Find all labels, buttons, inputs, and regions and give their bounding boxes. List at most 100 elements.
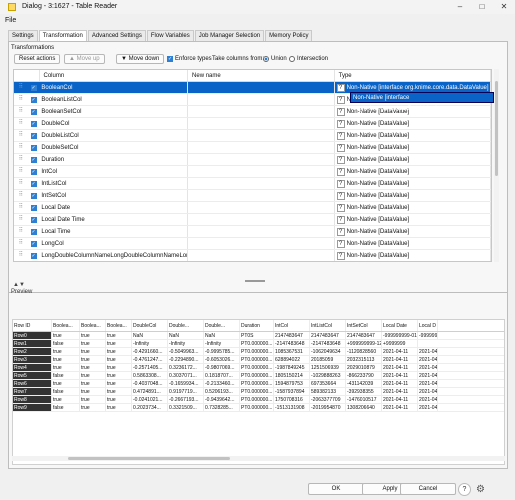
new-name-field[interactable] (188, 118, 335, 129)
intersection-radio[interactable] (289, 56, 295, 62)
preview-column-header[interactable]: Boolea... (106, 320, 132, 331)
type-selector[interactable]: ?Non-Native [DataValue] (335, 142, 491, 153)
collapse-arrows-icon[interactable]: ▲▼ (13, 282, 25, 288)
preview-column-header[interactable]: Local Date (382, 320, 418, 331)
menu-file[interactable]: File (5, 17, 16, 24)
preview-column-header[interactable]: IntCol (274, 320, 310, 331)
new-name-field[interactable] (188, 94, 335, 105)
type-selector[interactable]: ?Non-Native [DataValue] (335, 202, 491, 213)
tab-job-manager-selection[interactable]: Job Manager Selection (194, 30, 265, 41)
preview-column-header[interactable]: IntListCol (310, 320, 346, 331)
transformation-row[interactable]: ⠿ ✓ LongCol ? Non-Native [DataValue] (14, 238, 491, 250)
type-selector[interactable]: ?Non-Native [DataValue] (335, 226, 491, 237)
drag-handle-icon[interactable]: ⠿ (14, 190, 28, 201)
cancel-button[interactable]: Cancel (400, 483, 456, 495)
include-checkbox[interactable]: ✓ (28, 202, 40, 213)
drag-handle-icon[interactable]: ⠿ (14, 238, 28, 249)
new-name-field[interactable] (188, 250, 335, 261)
minimize-icon[interactable]: – (449, 0, 471, 14)
type-selector[interactable]: ?Non-Native [DataValue] (335, 178, 491, 189)
include-checkbox[interactable]: ✓ (28, 82, 40, 93)
new-name-field[interactable] (188, 154, 335, 165)
include-checkbox[interactable]: ✓ (28, 166, 40, 177)
transformation-row[interactable]: ⠿ ✓ Duration ? Non-Native [DataValue] (14, 154, 491, 166)
new-name-field[interactable] (188, 106, 335, 117)
new-name-field[interactable] (188, 178, 335, 189)
new-name-field[interactable] (188, 166, 335, 177)
include-checkbox[interactable]: ✓ (28, 154, 40, 165)
type-selector[interactable]: ?Non-Native [DataValue] (335, 238, 491, 249)
drag-handle-icon[interactable]: ⠿ (14, 130, 28, 141)
type-selector[interactable]: ?Non-Native [DataValue] (335, 190, 491, 201)
type-selector[interactable]: ?Non-Native [DataValue] (335, 118, 491, 129)
tab-flow-variables[interactable]: Flow Variables (146, 30, 194, 41)
transformation-row[interactable]: ⠿ ✓ IntSetCol ? Non-Native [DataValue] (14, 190, 491, 202)
preview-column-header[interactable]: Duration (240, 320, 274, 331)
gear-icon[interactable]: ⚙ (474, 483, 487, 496)
preview-column-header[interactable]: Boolea... (52, 320, 80, 331)
include-checkbox[interactable]: ✓ (28, 118, 40, 129)
transformation-row[interactable]: ⠿ ✓ Local Time ? Non-Native [DataValue] (14, 226, 491, 238)
reset-actions-button[interactable]: Reset actions (14, 54, 61, 64)
preview-column-header[interactable]: Double... (168, 320, 204, 331)
preview-column-header[interactable]: Boolea... (80, 320, 106, 331)
ok-button[interactable]: OK (308, 483, 364, 495)
drag-handle-icon[interactable]: ⠿ (14, 178, 28, 189)
new-name-field[interactable] (188, 202, 335, 213)
transformation-row[interactable]: ⠿ ✓ DoubleCol ? Non-Native [DataValue] (14, 118, 491, 130)
drag-handle-icon[interactable]: ⠿ (14, 82, 28, 93)
tab-settings[interactable]: Settings (8, 30, 38, 41)
include-checkbox[interactable]: ✓ (28, 106, 40, 117)
include-checkbox[interactable]: ✓ (28, 214, 40, 225)
new-name-field[interactable] (188, 82, 335, 93)
close-icon[interactable]: ✕ (493, 0, 515, 14)
move-down-button[interactable]: ▼ Move down (116, 54, 165, 64)
type-selector[interactable]: ?Non-Native [DataValue] (335, 130, 491, 141)
include-checkbox[interactable]: ✓ (28, 142, 40, 153)
drag-handle-icon[interactable]: ⠿ (14, 226, 28, 237)
transformation-row[interactable]: ⠿ ✓ DoubleListCol ? Non-Native [DataValue… (14, 130, 491, 142)
include-checkbox[interactable]: ✓ (28, 250, 40, 261)
tab-memory-policy[interactable]: Memory Policy (265, 30, 313, 41)
move-up-button[interactable]: ▲ Move up (64, 54, 105, 64)
transformation-row[interactable]: ⠿ ✓ IntCol ? Non-Native [DataValue] (14, 166, 491, 178)
type-selector[interactable]: ?Non-Native [DataValue] (335, 154, 491, 165)
drag-handle-icon[interactable]: ⠿ (14, 94, 28, 105)
include-checkbox[interactable]: ✓ (28, 238, 40, 249)
include-checkbox[interactable]: ✓ (28, 226, 40, 237)
type-selector[interactable]: ?Non-Native [DataValue] (335, 250, 491, 261)
include-checkbox[interactable]: ✓ (28, 94, 40, 105)
drag-handle-icon[interactable]: ⠿ (14, 142, 28, 153)
help-icon[interactable]: ? (458, 483, 471, 496)
tab-advanced-settings[interactable]: Advanced Settings (87, 30, 146, 41)
new-name-field[interactable] (188, 226, 335, 237)
maximize-icon[interactable]: □ (471, 0, 493, 14)
transformation-row[interactable]: ⠿ ✓ IntListCol ? Non-Native [DataValue] (14, 178, 491, 190)
preview-column-header[interactable]: DoubleCol (132, 320, 168, 331)
splitter-handle[interactable] (245, 280, 265, 282)
enforce-types-checkbox[interactable]: ✓ (167, 56, 173, 62)
type-header[interactable]: Type (335, 70, 491, 81)
drag-handle-icon[interactable]: ⠿ (14, 118, 28, 129)
drag-handle-icon[interactable]: ⠿ (14, 106, 28, 117)
new-name-field[interactable] (188, 238, 335, 249)
preview-column-header[interactable]: Local D (418, 320, 438, 331)
drag-handle-icon[interactable]: ⠿ (14, 166, 28, 177)
include-checkbox[interactable]: ✓ (28, 130, 40, 141)
type-selector[interactable]: ?Non-Native [DataValue] (335, 214, 491, 225)
new-name-header[interactable]: New name (188, 70, 335, 81)
column-header[interactable]: Column (40, 70, 189, 81)
type-selector[interactable]: ?Non-Native [DataValue] (335, 166, 491, 177)
new-name-field[interactable] (188, 190, 335, 201)
transformation-row[interactable]: ⠿ ✓ DoubleSetCol ? Non-Native [DataValue] (14, 142, 491, 154)
new-name-field[interactable] (188, 214, 335, 225)
drag-handle-icon[interactable]: ⠿ (14, 214, 28, 225)
transformations-scroll-thumb[interactable] (495, 81, 498, 176)
transformation-row[interactable]: ⠿ ✓ Local Date ? Non-Native [DataValue] (14, 202, 491, 214)
drag-handle-icon[interactable]: ⠿ (14, 250, 28, 261)
drag-handle-icon[interactable]: ⠿ (14, 202, 28, 213)
include-checkbox[interactable]: ✓ (28, 178, 40, 189)
transformation-row[interactable]: ⠿ ✓ Local Date Time ? Non-Native [DataVal… (14, 214, 491, 226)
preview-column-header[interactable]: Row ID (13, 320, 52, 331)
union-radio[interactable] (263, 56, 269, 62)
